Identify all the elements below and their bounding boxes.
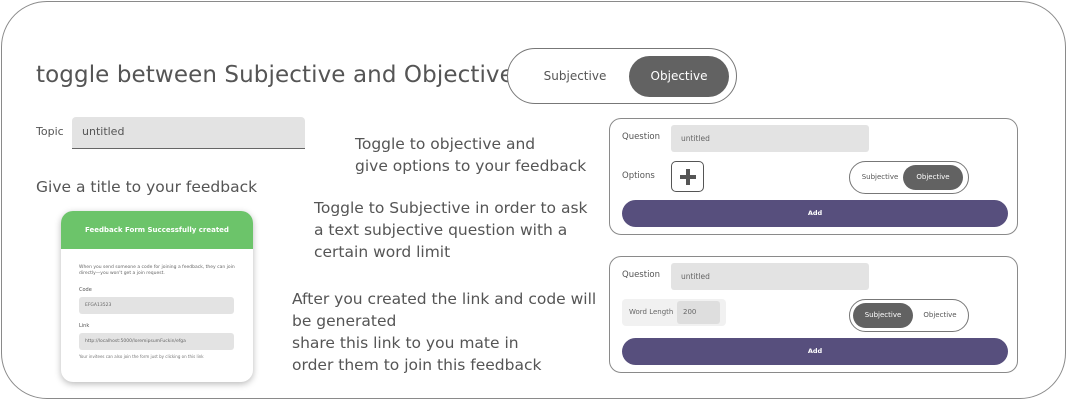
toggle-option-objective[interactable]: Objective bbox=[903, 165, 963, 190]
success-description: When you send someone a code for joining… bbox=[79, 265, 235, 276]
subjective-hint: Toggle to Subjective in order to ask a t… bbox=[314, 197, 588, 263]
options-label: Options bbox=[622, 171, 655, 181]
code-label: Code bbox=[79, 287, 92, 293]
link-field[interactable]: http://localhost:5000/loremipsumFuckin/e… bbox=[79, 333, 234, 350]
toggle-option-objective[interactable]: Objective bbox=[913, 303, 967, 328]
objective-hint-line: give options to your feedback bbox=[355, 157, 587, 175]
question-label: Question bbox=[622, 132, 661, 142]
toggle-option-subjective[interactable]: Subjective bbox=[853, 303, 913, 328]
link-hint-line: be generated bbox=[292, 312, 397, 330]
objective-hint: Toggle to objective and give options to … bbox=[355, 133, 586, 177]
objective-hint-line: Toggle to objective and bbox=[355, 135, 536, 153]
add-option-button[interactable] bbox=[671, 161, 704, 192]
type-toggle[interactable]: Subjective Objective bbox=[507, 48, 737, 104]
question-input[interactable]: untitled bbox=[671, 263, 869, 290]
page-heading: toggle between Subjective and Objective bbox=[36, 62, 514, 88]
toggle-option-subjective[interactable]: Subjective bbox=[518, 56, 632, 96]
add-button[interactable]: Add bbox=[622, 200, 1008, 227]
link-hint: After you created the link and code will… bbox=[292, 288, 596, 376]
success-card: Feedback Form Successfully created When … bbox=[61, 211, 253, 382]
word-length-group: Word Length 200 bbox=[622, 299, 726, 326]
link-hint-line: share this link to you mate in bbox=[292, 334, 519, 352]
subjective-hint-line: Toggle to Subjective in order to ask bbox=[314, 199, 588, 217]
word-length-label: Word Length bbox=[629, 308, 674, 316]
success-banner: Feedback Form Successfully created bbox=[61, 211, 253, 249]
topic-input[interactable]: untitled bbox=[72, 117, 305, 149]
link-hint-line: After you created the link and code will bbox=[292, 290, 597, 308]
code-field[interactable]: EFGA13523 bbox=[79, 297, 234, 314]
question-type-toggle[interactable]: Subjective Objective bbox=[849, 161, 969, 194]
subjective-hint-line: certain word limit bbox=[314, 243, 451, 261]
objective-question-card: Question untitled Options Subjective Obj… bbox=[609, 118, 1018, 235]
topic-label: Topic bbox=[36, 125, 64, 138]
toggle-option-subjective[interactable]: Subjective bbox=[854, 165, 906, 190]
question-type-toggle[interactable]: Subjective Objective bbox=[849, 299, 969, 332]
success-footer: Your invitees can also join the form jus… bbox=[79, 354, 204, 359]
toggle-option-objective[interactable]: Objective bbox=[629, 56, 729, 97]
question-input[interactable]: untitled bbox=[671, 125, 869, 152]
subjective-question-card: Question untitled Word Length 200 Subjec… bbox=[609, 256, 1018, 373]
title-hint: Give a title to your feedback bbox=[36, 178, 258, 196]
link-label: Link bbox=[79, 323, 90, 329]
word-length-input[interactable]: 200 bbox=[677, 301, 720, 324]
add-button[interactable]: Add bbox=[622, 338, 1008, 365]
link-hint-line: order them to join this feedback bbox=[292, 356, 542, 374]
question-label: Question bbox=[622, 270, 661, 280]
subjective-hint-line: a text subjective question with a bbox=[314, 221, 568, 239]
